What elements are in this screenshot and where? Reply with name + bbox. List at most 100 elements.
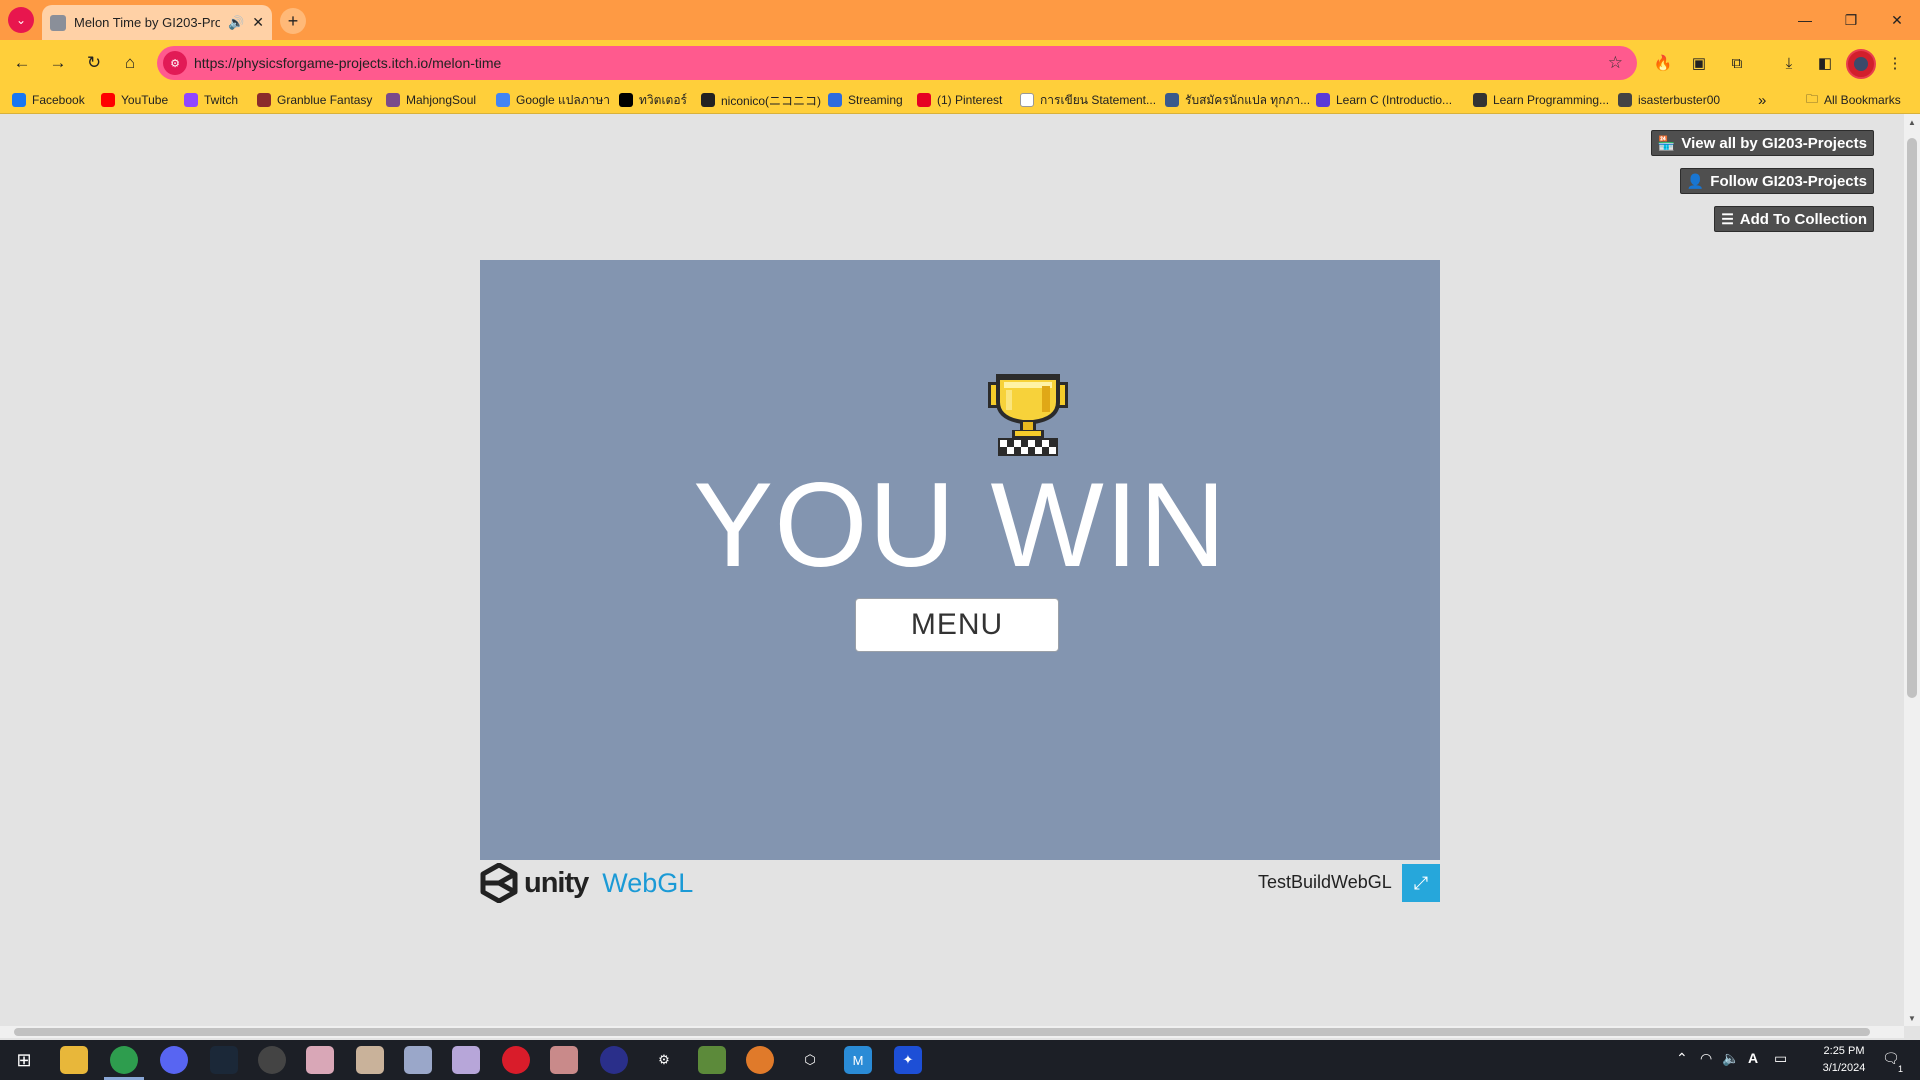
bookmark-item[interactable]: (1) Pinterest (917, 91, 1002, 109)
side-panel-icon[interactable]: ◧ (1814, 52, 1836, 74)
tray-chevron-icon[interactable]: ⌃ (1676, 1050, 1688, 1067)
system-clock[interactable]: 2:25 PM 3/1/2024 (1812, 1043, 1876, 1077)
game-app-icon-1[interactable] (306, 1046, 334, 1074)
windows-start-icon[interactable]: ⊞ (10, 1046, 38, 1074)
add-to-collection-button[interactable]: ☰ Add To Collection (1714, 206, 1874, 232)
extensions-puzzle-icon[interactable]: ⧉ (1726, 52, 1748, 74)
bookmark-item[interactable]: การเขียน Statement... (1020, 91, 1156, 109)
forward-arrow-icon[interactable]: → (46, 51, 70, 75)
bookmark-item[interactable]: YouTube (101, 91, 168, 109)
speaker-icon[interactable]: 🔊 (228, 15, 244, 31)
device-icon[interactable]: ▭ (1774, 1050, 1787, 1067)
restore-button[interactable]: ❐ (1828, 0, 1874, 40)
bookmark-item[interactable]: MahjongSoul (386, 91, 476, 109)
home-icon[interactable]: ⌂ (118, 51, 142, 75)
bookmark-label: Granblue Fantasy (277, 93, 373, 107)
clock-date: 3/1/2024 (1822, 1062, 1866, 1074)
site-info-icon[interactable]: ⚙ (163, 51, 187, 75)
all-bookmarks-label: All Bookmarks (1824, 93, 1901, 107)
bookmark-favicon-icon (12, 93, 26, 107)
tab-title: Melon Time by GI203-Proje (74, 15, 220, 30)
vertical-scrollbar[interactable]: ▲ ▼ (1904, 114, 1920, 1026)
blue-circle-app-icon[interactable] (600, 1046, 628, 1074)
wifi-icon[interactable]: ◠ (1700, 1050, 1712, 1067)
chrome-icon[interactable] (110, 1046, 138, 1074)
bookmark-item[interactable]: Learn C (Introductio... (1316, 91, 1452, 109)
bookmark-star-icon[interactable]: ☆ (1608, 53, 1623, 73)
fl-studio-icon[interactable] (746, 1046, 774, 1074)
game-app-icon-4[interactable] (452, 1046, 480, 1074)
game-app-icon-2[interactable] (356, 1046, 384, 1074)
back-arrow-icon[interactable]: ← (10, 51, 34, 75)
view-all-label: View all by GI203-Projects (1681, 134, 1867, 152)
obs-icon[interactable] (258, 1046, 286, 1074)
red-app-icon[interactable] (502, 1046, 530, 1074)
scroll-up-icon[interactable]: ▲ (1904, 114, 1920, 130)
bookmark-label: MahjongSoul (406, 93, 477, 107)
bookmark-favicon-icon (917, 93, 931, 107)
game-app-icon-3[interactable] (404, 1046, 432, 1074)
bookmark-item[interactable]: Google แปลภาษา (496, 91, 610, 109)
horizontal-scrollbar[interactable] (0, 1026, 1904, 1038)
reload-icon[interactable]: ↻ (82, 51, 106, 75)
bookmark-label: YouTube (121, 93, 169, 107)
bookmark-item[interactable]: รับสมัครนักแปล ทุกภา... (1165, 91, 1310, 109)
menu-button[interactable]: MENU (855, 598, 1059, 652)
bookmark-favicon-icon (619, 93, 633, 107)
vertical-scroll-thumb[interactable] (1907, 138, 1917, 698)
bookmark-item[interactable]: Learn Programming... (1473, 91, 1609, 109)
follow-button[interactable]: 👤 Follow GI203-Projects (1679, 168, 1874, 194)
bookmark-label: isasterbuster00 (1638, 93, 1721, 107)
minimize-button[interactable]: — (1782, 0, 1828, 40)
bookmark-label: Facebook (32, 93, 85, 107)
minecraft-icon[interactable] (698, 1046, 726, 1074)
fullscreen-button[interactable]: ⤢ (1402, 864, 1440, 902)
download-icon[interactable]: ⤓ (1778, 52, 1800, 74)
bookmark-item[interactable]: Streaming (828, 91, 903, 109)
bookmark-favicon-icon (1165, 93, 1179, 107)
input-language[interactable]: A (1748, 1050, 1758, 1066)
discord-icon[interactable] (160, 1046, 188, 1074)
tab-melon-time[interactable]: Melon Time by GI203-Proje 🔊 ✕ (42, 5, 272, 40)
url-text[interactable]: https://physicsforgame-projects.itch.io/… (194, 55, 501, 71)
profile-avatar[interactable] (1846, 49, 1876, 79)
picture-in-picture-icon[interactable]: ▣ (1688, 52, 1710, 74)
more-bookmarks-button[interactable]: » (1758, 91, 1766, 109)
expand-icon: ⤢ (1413, 872, 1429, 893)
m-app-icon[interactable]: M (844, 1046, 872, 1074)
tab-close-icon[interactable]: ✕ (252, 14, 264, 31)
bookmark-item[interactable]: isasterbuster00 (1618, 91, 1720, 109)
bookmark-item[interactable]: ทวิตเตอร์ (619, 91, 687, 109)
settings-gear-icon[interactable]: ⚙ (650, 1046, 678, 1074)
game-canvas[interactable]: YOU WIN MENU (480, 260, 1440, 860)
bookmark-item[interactable]: Facebook (12, 91, 85, 109)
file-explorer-icon[interactable] (60, 1046, 88, 1074)
bookmark-label: Learn Programming... (1493, 93, 1610, 107)
bookmark-favicon-icon (1618, 93, 1632, 107)
scroll-down-icon[interactable]: ▼ (1904, 1010, 1920, 1026)
bookmark-item[interactable]: Granblue Fantasy (257, 91, 372, 109)
bookmark-item[interactable]: niconico(ニコニコ) (701, 91, 821, 109)
view-all-button[interactable]: 🏪 View all by GI203-Projects (1650, 130, 1874, 156)
unity-hub-icon[interactable]: ⬡ (796, 1046, 824, 1074)
extension-flame-icon[interactable]: 🔥 (1652, 52, 1674, 74)
horizontal-scroll-thumb[interactable] (14, 1028, 1870, 1036)
tab-search-icon[interactable]: ⌄ (8, 7, 34, 33)
all-bookmarks-button[interactable]: 🗀 All Bookmarks (1806, 91, 1901, 109)
blue-diamond-app-icon[interactable]: ✦ (894, 1046, 922, 1074)
address-bar[interactable]: ⚙ https://physicsforgame-projects.itch.i… (157, 46, 1637, 80)
game-app-icon-5[interactable] (550, 1046, 578, 1074)
page-content: 🏪 View all by GI203-Projects 👤 Follow GI… (0, 114, 1904, 1026)
close-window-button[interactable]: ✕ (1874, 0, 1920, 40)
unity-cube-icon (480, 863, 518, 903)
steam-icon[interactable] (210, 1046, 238, 1074)
bookmark-label: รับสมัครนักแปล ทุกภา... (1185, 92, 1311, 107)
new-tab-button[interactable]: + (280, 8, 306, 34)
browser-toolbar: ← → ↻ ⌂ ⚙ https://physicsforgame-project… (0, 40, 1920, 86)
bookmark-favicon-icon (257, 93, 271, 107)
volume-icon[interactable]: 🔈 (1722, 1050, 1739, 1067)
build-title: TestBuildWebGL (1258, 872, 1392, 892)
bookmark-item[interactable]: Twitch (184, 91, 238, 109)
tab-favicon-icon (50, 14, 66, 31)
more-menu-icon[interactable]: ⋮ (1884, 52, 1906, 74)
